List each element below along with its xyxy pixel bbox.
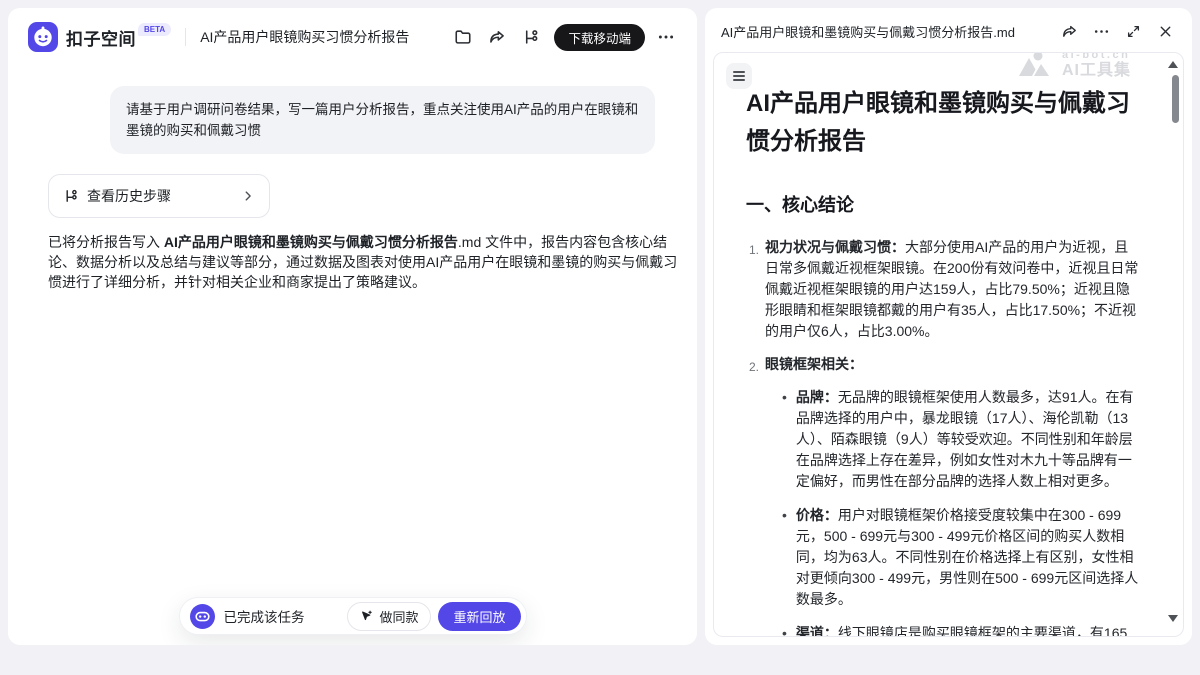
sub-item-label: 渠道	[796, 625, 824, 636]
user-message: 请基于用户调研问卷结果，写一篇用户分析报告，重点关注使用AI产品的用户在眼镜和墨…	[110, 86, 655, 154]
expand-icon[interactable]	[1120, 18, 1146, 44]
doc-more-icon[interactable]	[1088, 18, 1114, 44]
scrollbar-thumb[interactable]	[1172, 75, 1179, 123]
document-viewer: ai-bot.cn AI工具集 AI产品用户眼镜和墨镜购买与佩戴习惯分析报告 一…	[713, 52, 1184, 637]
chat-body: 请基于用户调研问卷结果，写一篇用户分析报告，重点关注使用AI产品的用户在眼镜和墨…	[8, 66, 697, 645]
more-icon[interactable]	[651, 22, 681, 52]
bullet-icon: •	[782, 387, 787, 492]
chat-header: 扣子空间 BETA AI产品用户眼镜购买习惯分析报告 下载移动端	[8, 8, 697, 66]
task-status-text: 已完成该任务	[224, 606, 305, 626]
close-icon[interactable]	[1152, 18, 1178, 44]
outline-menu-icon[interactable]	[726, 63, 752, 89]
document-header: AI产品用户眼镜和墨镜购买与佩戴习惯分析报告.md	[713, 16, 1184, 46]
make-same-label: 做同款	[379, 607, 418, 626]
document-content: AI产品用户眼镜和墨镜购买与佩戴习惯分析报告 一、核心结论 1. 视力状况与佩戴…	[714, 53, 1183, 636]
magic-cursor-icon	[360, 609, 374, 623]
folder-icon[interactable]	[448, 22, 478, 52]
list-item: 2. 眼镜框架相关： • 品牌：无品牌的眼镜框架使用人数最多，达91人。在有品牌…	[746, 354, 1141, 636]
doc-title: AI产品用户眼镜和墨镜购买与佩戴习惯分析报告	[746, 85, 1141, 161]
assistant-message: 已将分析报告写入 AI产品用户眼镜和墨镜购买与佩戴习惯分析报告.md 文件中，报…	[48, 232, 679, 292]
scroll-down-icon[interactable]	[1168, 615, 1178, 622]
list-number: 1.	[746, 237, 759, 342]
history-steps-icon	[63, 188, 79, 204]
sub-item-text: 线下眼镜店是购买眼镜框架的主要渠道，有165人选择，线上平台购买人数为29人。男…	[796, 625, 1134, 636]
list-item-label: 视力状况与佩戴习惯	[765, 239, 891, 255]
doc-section-heading: 一、核心结论	[746, 191, 1141, 217]
coze-logo	[28, 22, 58, 52]
bot-avatar	[190, 604, 215, 629]
document-filename: AI产品用户眼镜和墨镜购买与佩戴习惯分析报告.md	[721, 22, 1015, 41]
bullet-icon: •	[782, 623, 787, 636]
scroll-up-icon[interactable]	[1168, 61, 1178, 68]
task-title: AI产品用户眼镜购买习惯分析报告	[200, 27, 409, 47]
list-number: 2.	[746, 354, 759, 636]
sub-item-label: 品牌	[796, 389, 824, 405]
doc-share-icon[interactable]	[1056, 18, 1082, 44]
list-item: 1. 视力状况与佩戴习惯：大部分使用AI产品的用户为近视，且日常多佩戴近视框架眼…	[746, 237, 1141, 342]
sub-item-text: 用户对眼镜框架价格接受度较集中在300 - 699元，500 - 699元与30…	[796, 507, 1138, 607]
assistant-file-ext: .md	[458, 234, 481, 250]
sub-list-item: • 品牌：无品牌的眼镜框架使用人数最多，达91人。在有品牌选择的用户中，暴龙眼镜…	[782, 387, 1141, 492]
chat-panel: 扣子空间 BETA AI产品用户眼镜购买习惯分析报告 下载移动端	[8, 8, 697, 645]
workflow-icon[interactable]	[516, 22, 546, 52]
doc-list: 1. 视力状况与佩戴习惯：大部分使用AI产品的用户为近视，且日常多佩戴近视框架眼…	[746, 237, 1141, 636]
header-divider	[185, 28, 186, 46]
history-steps-label: 查看历史步骤	[87, 186, 171, 206]
sub-list-item: • 渠道：线下眼镜店是购买眼镜框架的主要渠道，有165人选择，线上平台购买人数为…	[782, 623, 1141, 636]
document-panel: AI产品用户眼镜和墨镜购买与佩戴习惯分析报告.md	[705, 8, 1192, 645]
beta-badge: BETA	[138, 23, 171, 36]
replay-button[interactable]: 重新回放	[438, 602, 520, 631]
make-same-button[interactable]: 做同款	[347, 602, 431, 631]
download-mobile-button[interactable]: 下载移动端	[554, 24, 645, 51]
bullet-icon: •	[782, 505, 787, 610]
sub-item-label: 价格	[796, 507, 824, 523]
assistant-file-name: AI产品用户眼镜和墨镜购买与佩戴习惯分析报告	[164, 234, 458, 250]
list-item-label: 眼镜框架相关	[765, 356, 849, 372]
share-icon[interactable]	[482, 22, 512, 52]
brand-name: 扣子空间	[66, 25, 136, 50]
history-steps-button[interactable]: 查看历史步骤	[48, 174, 270, 218]
chevron-right-icon	[241, 189, 255, 203]
task-status-bar: 已完成该任务 做同款 重新回放	[179, 597, 527, 635]
assistant-text-prefix: 已将分析报告写入	[48, 234, 164, 250]
sub-item-text: 无品牌的眼镜框架使用人数最多，达91人。在有品牌选择的用户中，暴龙眼镜（17人）…	[796, 389, 1134, 489]
sub-list-item: • 价格：用户对眼镜框架价格接受度较集中在300 - 699元，500 - 69…	[782, 505, 1141, 610]
